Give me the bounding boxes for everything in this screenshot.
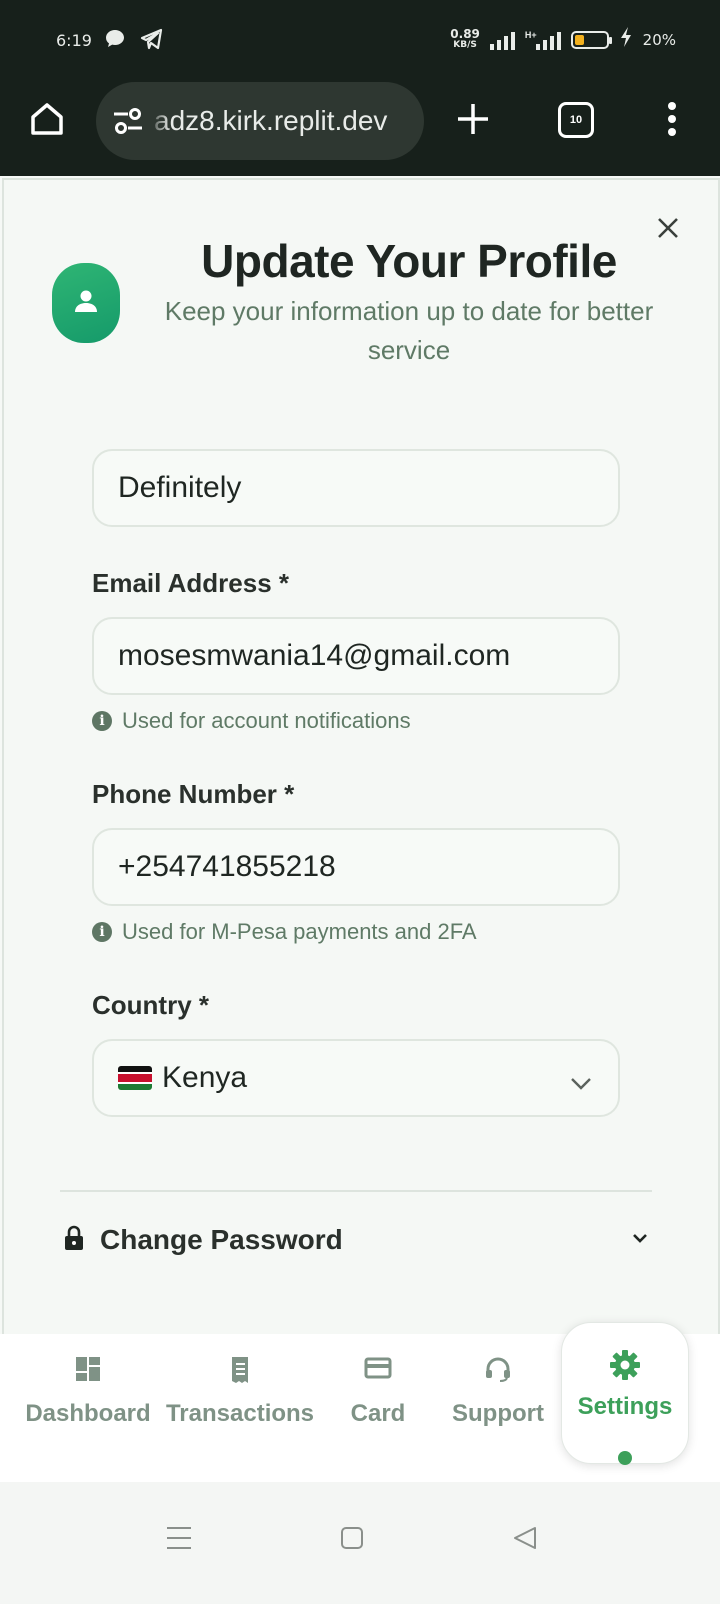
email-input[interactable]	[118, 639, 618, 673]
active-indicator	[618, 1451, 632, 1465]
profile-modal: Update Your Profile Keep your informatio…	[2, 178, 720, 1336]
change-password-label: Change Password	[100, 1224, 343, 1255]
recent-apps-icon[interactable]	[166, 1526, 192, 1555]
nav-dashboard[interactable]: Dashboard	[25, 1334, 151, 1482]
chevron-down-icon	[632, 1231, 648, 1249]
nav-label: Transactions	[165, 1400, 315, 1427]
status-time: 6:19	[56, 31, 92, 50]
lock-icon	[64, 1225, 84, 1256]
network-speed: 0.89 KB/S	[450, 26, 480, 50]
kenya-flag-icon	[118, 1066, 152, 1090]
nav-transactions[interactable]: Transactions	[166, 1334, 314, 1482]
nav-card[interactable]: Card	[338, 1334, 418, 1482]
gear-icon	[609, 1349, 641, 1381]
charging-icon	[619, 26, 633, 53]
home-icon[interactable]	[28, 100, 66, 143]
nav-settings[interactable]: Settings	[561, 1322, 689, 1465]
notification-icons	[104, 28, 164, 55]
section-divider	[60, 1190, 652, 1192]
nav-support[interactable]: Support	[450, 1334, 546, 1482]
chat-bubble-icon	[104, 28, 126, 55]
telegram-icon	[140, 28, 164, 55]
modal-title: Update Your Profile	[201, 235, 617, 287]
credit-card-icon	[364, 1356, 392, 1388]
name-field[interactable]	[92, 449, 620, 527]
url-text[interactable]: adz8.kirk.replit.dev	[154, 105, 387, 137]
site-settings-icon[interactable]	[112, 107, 144, 140]
country-label: Country *	[92, 990, 209, 1020]
nav-label: Support	[452, 1400, 544, 1427]
nav-label: Settings	[577, 1393, 673, 1420]
battery-percent: 20%	[642, 30, 676, 49]
back-icon[interactable]	[512, 1526, 538, 1555]
nav-label: Dashboard	[25, 1400, 151, 1427]
browser-toolbar: adz8.kirk.replit.dev 10	[0, 80, 720, 176]
profile-avatar	[52, 263, 120, 343]
headset-icon	[484, 1356, 512, 1388]
phone-input[interactable]	[118, 850, 618, 884]
home-button-icon[interactable]	[340, 1526, 364, 1555]
system-navigation-bar	[0, 1482, 720, 1604]
chevron-down-icon	[570, 1065, 592, 1099]
email-label: Email Address *	[92, 568, 290, 598]
nav-label: Card	[350, 1400, 406, 1427]
info-icon: i	[92, 922, 112, 942]
tab-switcher-button[interactable]: 10	[558, 102, 594, 138]
info-icon: i	[92, 711, 112, 731]
phone-hint: i Used for M-Pesa payments and 2FA	[92, 919, 477, 945]
mobile-data-icon: H+	[525, 30, 561, 50]
phone-label: Phone Number *	[92, 779, 295, 809]
email-field[interactable]	[92, 617, 620, 695]
country-select[interactable]: Kenya	[92, 1039, 620, 1117]
status-bar: 6:19 0.89 KB/S H+ 20%	[0, 0, 720, 80]
battery-icon	[570, 30, 612, 49]
receipt-icon	[227, 1356, 253, 1388]
overflow-menu-icon[interactable]	[666, 102, 678, 141]
new-tab-icon[interactable]	[456, 102, 490, 141]
email-hint: i Used for account notifications	[92, 708, 411, 734]
phone-field[interactable]	[92, 828, 620, 906]
change-password-toggle[interactable]: Change Password	[60, 1212, 652, 1268]
name-input[interactable]	[118, 471, 618, 505]
country-value: Kenya	[162, 1061, 248, 1094]
address-bar[interactable]: adz8.kirk.replit.dev	[96, 82, 424, 160]
bottom-navigation: Dashboard Transactions Card Support Sett…	[0, 1322, 720, 1482]
user-icon	[72, 287, 100, 320]
modal-subtitle: Keep your information up to date for bet…	[164, 296, 654, 365]
signal-strength-icon	[489, 30, 515, 50]
dashboard-icon	[75, 1356, 101, 1388]
